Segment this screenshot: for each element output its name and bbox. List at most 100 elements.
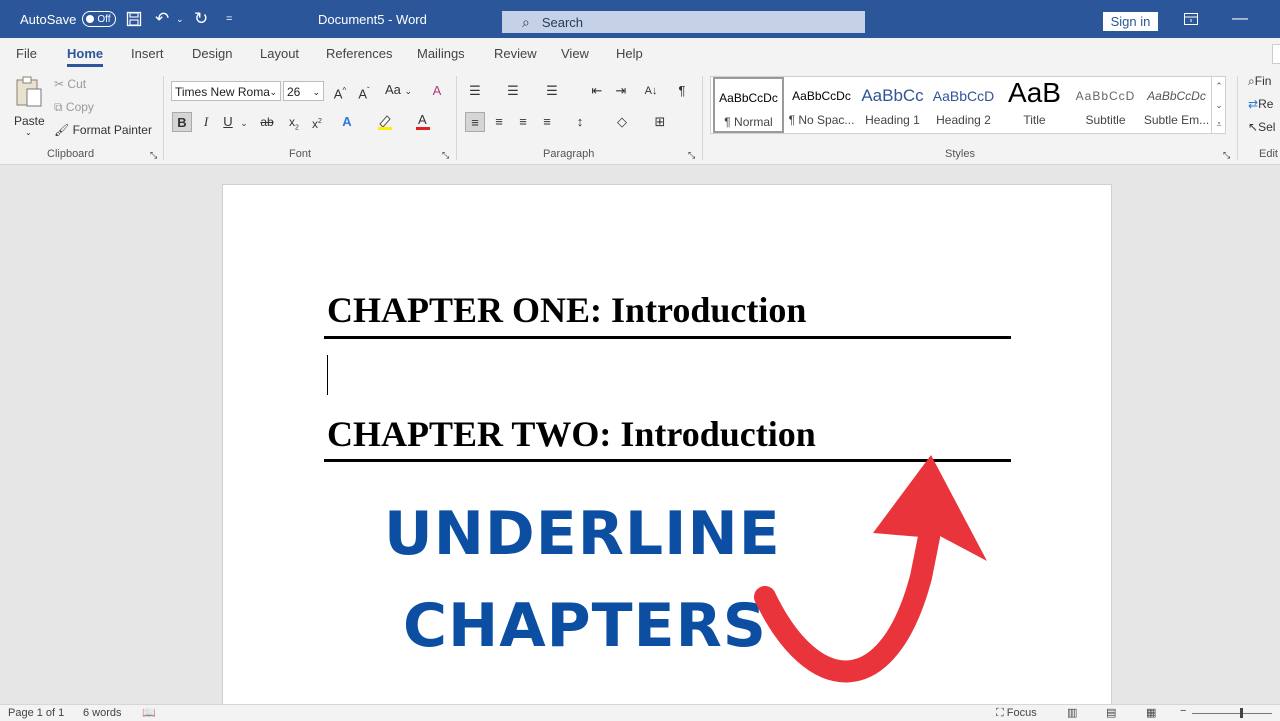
- undo-dropdown-icon[interactable]: ⌄: [176, 0, 184, 38]
- tab-review[interactable]: Review: [494, 46, 537, 61]
- more-styles-icon[interactable]: ⩡: [1212, 115, 1226, 133]
- justify-icon[interactable]: ≡: [537, 112, 557, 132]
- undo-icon[interactable]: ↶: [155, 0, 169, 38]
- chevron-up-icon[interactable]: ⌃: [1212, 77, 1226, 96]
- styles-launcher-icon[interactable]: ⤡: [1223, 150, 1230, 161]
- word-count[interactable]: 6 words: [83, 707, 122, 719]
- increase-indent-icon[interactable]: ⇥: [611, 81, 631, 101]
- zoom-slider[interactable]: [1192, 713, 1272, 714]
- shading-icon[interactable]: ◇: [612, 112, 632, 132]
- redo-icon[interactable]: ↻: [194, 0, 208, 38]
- autosave-label: AutoSave: [20, 11, 77, 27]
- proofing-icon[interactable]: 📖: [142, 706, 156, 719]
- styles-gallery: AaBbCcDc ¶ Normal AaBbCcDc ¶ No Spac... …: [710, 76, 1226, 134]
- tab-help[interactable]: Help: [616, 46, 643, 61]
- zoom-slider-thumb[interactable]: [1240, 708, 1243, 718]
- borders-icon[interactable]: ⊞: [650, 112, 670, 132]
- web-layout-icon[interactable]: ▦: [1146, 706, 1156, 719]
- highlight-icon[interactable]: [375, 112, 395, 132]
- bullets-icon[interactable]: ☰: [465, 81, 485, 101]
- clear-formatting-icon[interactable]: A: [427, 81, 447, 101]
- search-icon: ⌕: [1248, 74, 1255, 88]
- tab-mailings[interactable]: Mailings: [417, 46, 465, 61]
- minimize-icon[interactable]: —: [1232, 0, 1248, 38]
- font-color-icon[interactable]: A: [413, 112, 433, 132]
- change-case-button[interactable]: Aa ⌄: [385, 82, 412, 97]
- style-heading-2[interactable]: AaBbCcD Heading 2: [928, 77, 999, 133]
- tab-design[interactable]: Design: [192, 46, 232, 61]
- tab-view[interactable]: View: [561, 46, 589, 61]
- zoom-out-icon[interactable]: −: [1180, 705, 1186, 717]
- chapter-one-heading[interactable]: CHAPTER ONE: Introduction: [327, 289, 806, 331]
- chevron-down-icon[interactable]: ⌄: [1212, 96, 1226, 115]
- align-left-icon[interactable]: ≡: [465, 112, 485, 132]
- bold-icon[interactable]: B: [172, 112, 192, 132]
- document-page[interactable]: CHAPTER ONE: Introduction CHAPTER TWO: I…: [222, 184, 1112, 714]
- cut-label: Cut: [67, 77, 87, 91]
- font-launcher-icon[interactable]: ⤡: [442, 150, 449, 161]
- tab-insert[interactable]: Insert: [131, 46, 164, 61]
- save-icon[interactable]: [126, 0, 142, 38]
- font-name-select[interactable]: Times New Roma ⌄: [171, 81, 281, 101]
- styles-scroll[interactable]: ⌃ ⌄ ⩡: [1211, 77, 1226, 133]
- font-size-select[interactable]: 26 ⌄: [283, 81, 324, 101]
- tab-layout[interactable]: Layout: [260, 46, 299, 61]
- clipboard-group-label: Clipboard: [47, 148, 95, 160]
- document-title: Document5 - Word: [318, 11, 427, 27]
- decrease-indent-icon[interactable]: ⇤: [587, 81, 607, 101]
- read-mode-icon[interactable]: ▥: [1067, 706, 1077, 719]
- paragraph-launcher-icon[interactable]: ⤡: [688, 150, 695, 161]
- copy-button[interactable]: ⧉ Copy: [54, 100, 94, 115]
- ribbon-display-options-icon[interactable]: [1184, 0, 1198, 38]
- replace-button[interactable]: ⇄Re: [1248, 97, 1273, 111]
- style-subtle-emphasis[interactable]: AaBbCcDc Subtle Em...: [1141, 77, 1212, 133]
- sign-in-button[interactable]: Sign in: [1103, 12, 1158, 31]
- select-button[interactable]: ↖Sel: [1248, 120, 1275, 134]
- underline-dropdown-icon[interactable]: ⌄: [234, 113, 254, 133]
- page-count[interactable]: Page 1 of 1: [8, 707, 64, 719]
- focus-label: Focus: [1006, 707, 1037, 719]
- tab-file[interactable]: File: [16, 46, 37, 61]
- search-box[interactable]: ⌕ Search: [502, 11, 865, 33]
- style-preview: AaBbCcDc: [792, 89, 851, 103]
- print-layout-icon[interactable]: ▤: [1106, 706, 1116, 719]
- divider: [163, 76, 164, 160]
- style-heading-1[interactable]: AaBbCc Heading 1: [857, 77, 928, 133]
- clipboard-launcher-icon[interactable]: ⤡: [150, 150, 157, 161]
- font-size-value: 26: [287, 85, 301, 99]
- tab-home[interactable]: Home: [67, 46, 104, 67]
- share-button[interactable]: [1272, 44, 1280, 64]
- cut-button[interactable]: ✂ Cut: [54, 77, 86, 91]
- paragraph-group-label: Paragraph: [543, 148, 595, 160]
- subscript-icon[interactable]: x2: [284, 112, 304, 132]
- style-title[interactable]: AaB Title: [999, 77, 1070, 133]
- strikethrough-icon[interactable]: ab: [257, 112, 277, 132]
- change-case-label: Aa: [385, 82, 401, 97]
- chapter-two-heading[interactable]: CHAPTER TWO: Introduction: [327, 413, 816, 455]
- text-effects-icon[interactable]: A: [337, 112, 357, 132]
- shrink-font-icon[interactable]: Aˇ: [354, 81, 374, 101]
- paste-button[interactable]: Paste ⌄: [14, 76, 46, 137]
- style-preview: AaBbCcDc: [1147, 89, 1206, 103]
- superscript-icon[interactable]: x2: [307, 112, 327, 132]
- focus-button[interactable]: ⛶ Focus: [996, 707, 1037, 720]
- numbering-icon[interactable]: ☰: [503, 81, 523, 101]
- sort-icon[interactable]: A↓: [641, 81, 661, 101]
- autosave-toggle[interactable]: Off: [82, 11, 117, 27]
- format-painter-button[interactable]: 🖌 Format Painter: [54, 123, 152, 137]
- align-center-icon[interactable]: ≡: [489, 112, 509, 132]
- paste-dropdown-icon[interactable]: ⌄: [25, 128, 32, 137]
- italic-icon[interactable]: I: [196, 112, 216, 132]
- autosave[interactable]: AutoSave Off: [20, 0, 117, 38]
- style-no-spacing[interactable]: AaBbCcDc ¶ No Spac...: [786, 77, 857, 133]
- tab-references[interactable]: References: [326, 46, 392, 61]
- style-normal[interactable]: AaBbCcDc ¶ Normal: [713, 77, 784, 133]
- grow-font-icon[interactable]: A^: [330, 81, 350, 101]
- find-button[interactable]: ⌕Fin: [1248, 74, 1271, 89]
- customize-toolbar-icon[interactable]: =: [226, 0, 232, 38]
- show-formatting-icon[interactable]: ¶: [672, 81, 692, 101]
- multilevel-list-icon[interactable]: ☰: [542, 81, 562, 101]
- line-spacing-icon[interactable]: ↕: [570, 112, 590, 132]
- align-right-icon[interactable]: ≡: [513, 112, 533, 132]
- style-subtitle[interactable]: AaBbCcD Subtitle: [1070, 77, 1141, 133]
